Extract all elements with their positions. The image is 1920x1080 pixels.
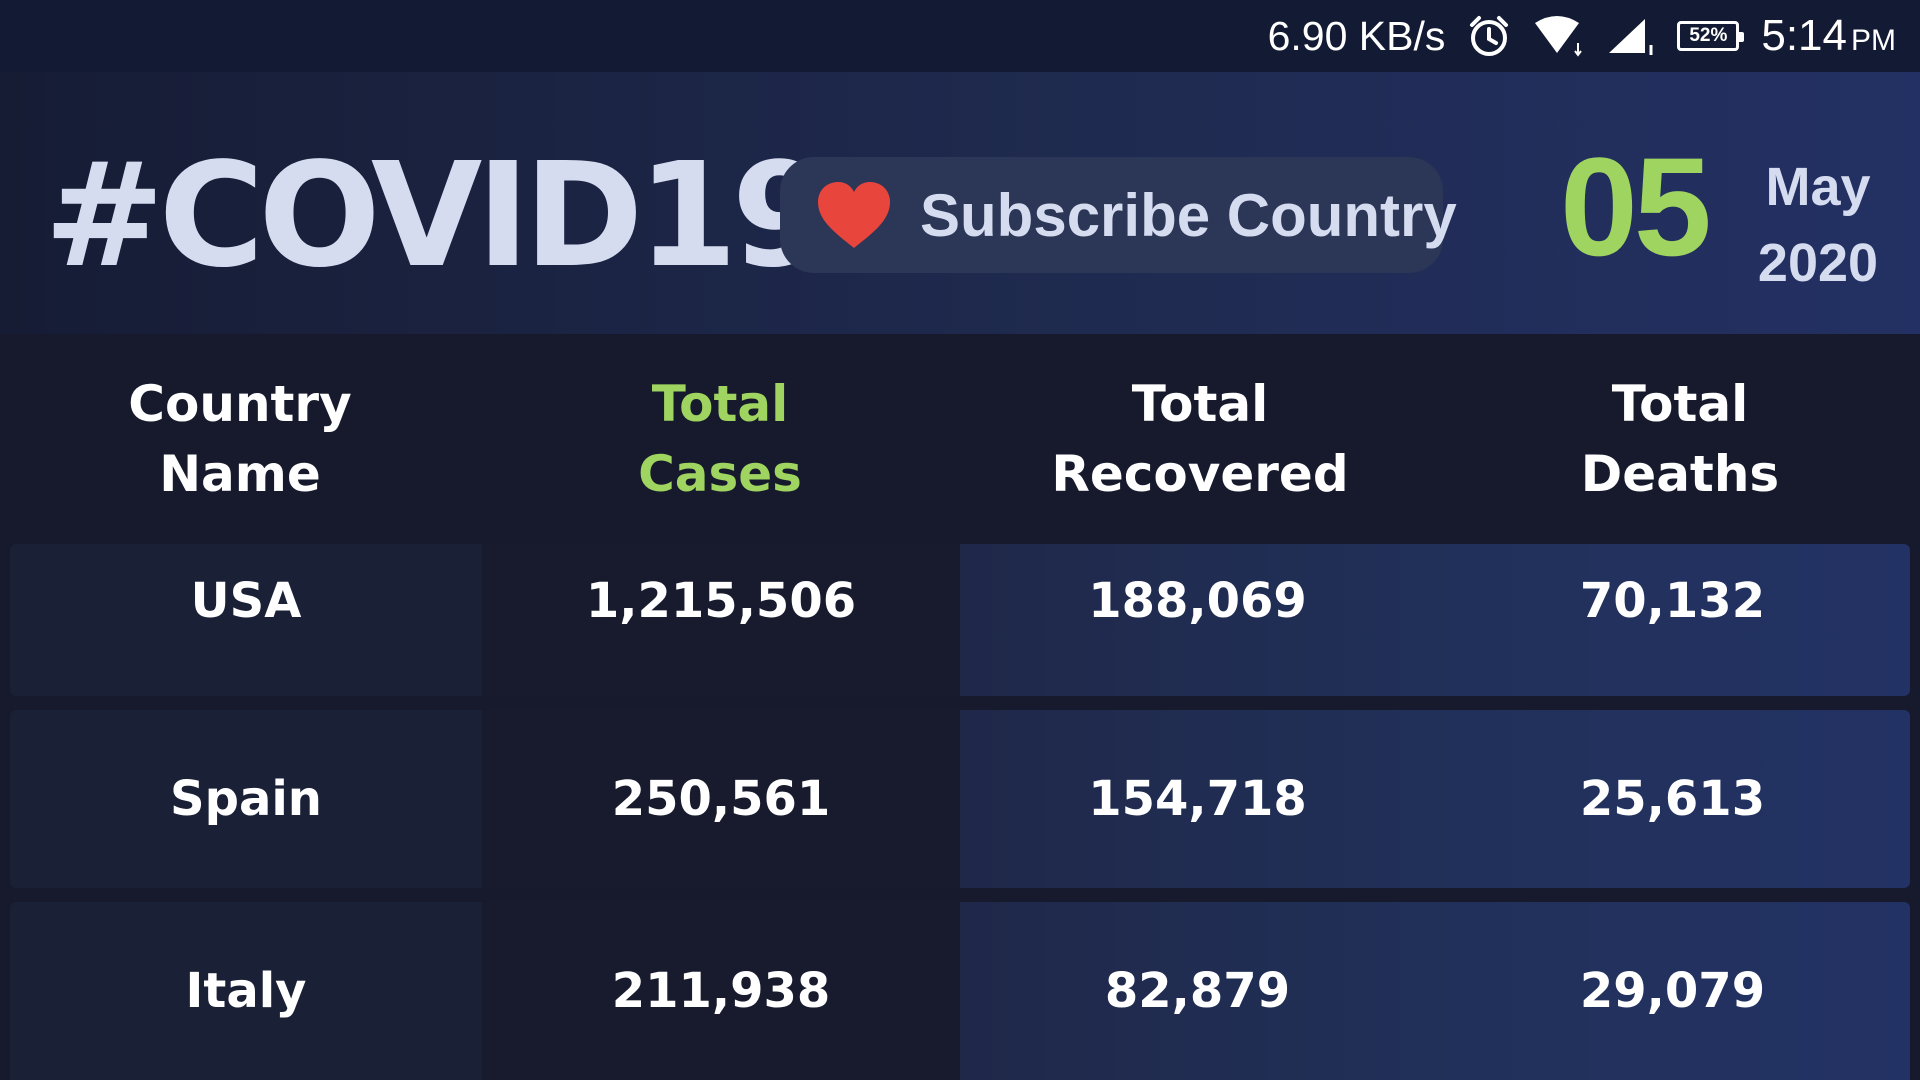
app-header: #COVID19 Subscribe Country 05 May 2020 (0, 72, 1920, 334)
total-recovered-cell: 82,879 (960, 902, 1435, 1080)
cell-signal-icon (1605, 15, 1655, 57)
clock-ampm: PM (1851, 24, 1896, 57)
clock-time: 5:14 (1761, 11, 1847, 60)
table-row[interactable]: Spain 250,561 154,718 25,613 (10, 710, 1910, 888)
column-header-total-cases[interactable]: Total Cases (480, 334, 960, 544)
alarm-icon (1467, 14, 1511, 58)
total-cases-cell: 1,215,506 (482, 544, 960, 696)
column-header-country[interactable]: Country Name (0, 334, 480, 544)
app-title: #COVID19 (44, 131, 832, 299)
status-bar: 6.90 KB/s 52% 5:14 PM (0, 0, 1920, 72)
total-recovered-cell: 188,069 (960, 544, 1435, 696)
total-deaths-cell: 70,132 (1435, 544, 1910, 696)
wifi-icon (1533, 15, 1583, 57)
total-deaths-cell: 25,613 (1435, 710, 1910, 888)
table-header: Country Name Total Cases Total Recovered… (0, 334, 1920, 544)
table-body[interactable]: USA 1,215,506 188,069 70,132 Spain 250,5… (0, 544, 1920, 1080)
total-cases-cell: 211,938 (482, 902, 960, 1080)
battery-level: 52% (1689, 25, 1728, 46)
subscribe-label: Subscribe Country (920, 181, 1457, 249)
status-clock: 5:14 PM (1761, 11, 1896, 61)
subscribe-country-button[interactable]: Subscribe Country (780, 157, 1457, 273)
column-header-total-deaths[interactable]: Total Deaths (1440, 334, 1920, 544)
total-cases-cell: 250,561 (482, 710, 960, 888)
date-month: May (1765, 157, 1871, 217)
battery-icon: 52% (1677, 21, 1745, 51)
table-row[interactable]: Italy 211,938 82,879 29,079 (10, 902, 1910, 1080)
heart-icon (816, 180, 892, 250)
table-row[interactable]: USA 1,215,506 188,069 70,132 (10, 544, 1910, 696)
country-name-cell: USA (10, 544, 482, 696)
column-header-total-recovered[interactable]: Total Recovered (960, 334, 1440, 544)
net-speed: 6.90 KB/s (1267, 12, 1446, 59)
date-day: 05 (1560, 128, 1712, 285)
total-recovered-cell: 154,718 (960, 710, 1435, 888)
country-name-cell: Italy (10, 902, 482, 1080)
total-deaths-cell: 29,079 (1435, 902, 1910, 1080)
date-year: 2020 (1757, 233, 1879, 293)
country-name-cell: Spain (10, 710, 482, 888)
